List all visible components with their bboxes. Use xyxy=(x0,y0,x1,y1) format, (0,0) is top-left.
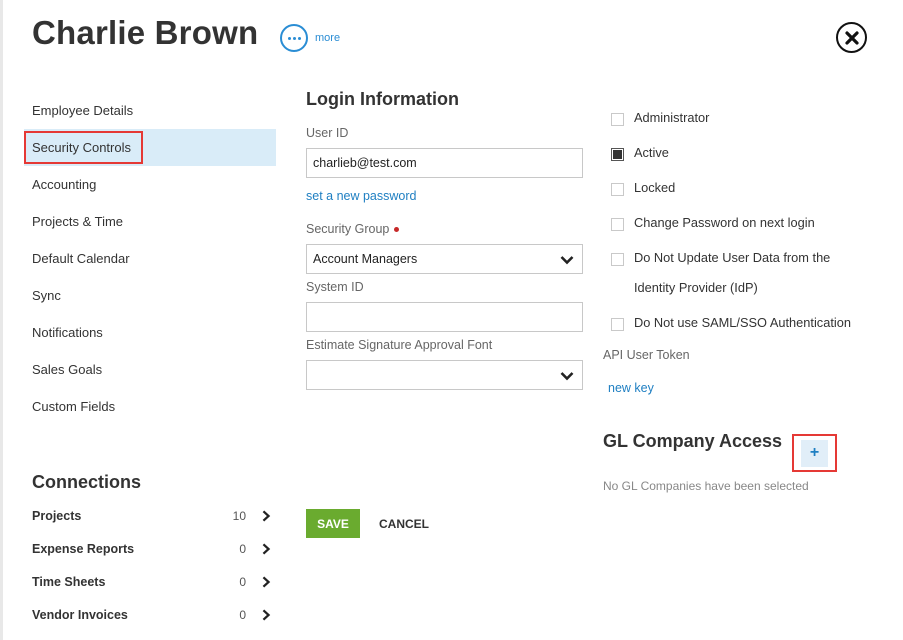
sidebar-item-label: Security Controls xyxy=(24,131,143,164)
connection-row-projects[interactable]: Projects 10 xyxy=(32,499,272,532)
connection-count: 0 xyxy=(239,607,246,622)
sidebar-item-label: Default Calendar xyxy=(32,251,130,266)
sidebar-item-employee-details[interactable]: Employee Details xyxy=(24,92,276,129)
connection-row-expense-reports[interactable]: Expense Reports 0 xyxy=(32,532,272,565)
no-saml-label: Do Not use SAML/SSO Authentication xyxy=(634,315,851,330)
do-not-update-idp-option: Do Not Update User Data from the Identit… xyxy=(611,250,830,303)
locked-label: Locked xyxy=(634,180,676,195)
sidebar-item-label: Projects & Time xyxy=(32,214,124,229)
login-information-title: Login Information xyxy=(306,89,459,109)
required-indicator xyxy=(394,227,400,233)
plus-icon: + xyxy=(801,439,828,467)
sidebar-item-accounting[interactable]: Accounting xyxy=(24,166,276,203)
modal-left-edge xyxy=(0,0,3,640)
sidebar-item-custom-fields[interactable]: Custom Fields xyxy=(24,388,276,425)
chevron-right-icon xyxy=(262,575,271,588)
chevron-right-icon xyxy=(262,542,271,555)
new-key-link[interactable]: new key xyxy=(608,381,654,395)
sidebar-item-default-calendar[interactable]: Default Calendar xyxy=(24,240,276,277)
security-group-select[interactable]: Account Managers xyxy=(306,244,583,274)
connection-name: Time Sheets xyxy=(32,574,106,589)
administrator-label: Administrator xyxy=(634,110,710,125)
do-not-update-idp-label-line2: Identity Provider (IdP) xyxy=(634,280,758,295)
add-gl-company-button[interactable]: + xyxy=(792,434,837,472)
security-group-value: Account Managers xyxy=(313,252,418,266)
sidebar-item-label: Notifications xyxy=(32,325,103,340)
administrator-option: Administrator xyxy=(611,110,709,133)
security-group-label: Security Group xyxy=(306,222,400,236)
connections-list: Projects 10 Expense Reports 0 Time Sheet… xyxy=(32,499,272,631)
connections-title: Connections xyxy=(32,472,142,492)
close-icon xyxy=(844,30,859,45)
do-not-update-idp-label: Do Not Update User Data from the Identit… xyxy=(634,243,830,303)
sidebar-nav: Employee Details Security Controls Accou… xyxy=(24,92,276,425)
no-saml-option: Do Not use SAML/SSO Authentication xyxy=(611,315,851,338)
connection-name: Projects xyxy=(32,508,82,523)
no-saml-checkbox[interactable] xyxy=(611,318,624,331)
connection-row-time-sheets[interactable]: Time Sheets 0 xyxy=(32,565,272,598)
connection-count: 0 xyxy=(239,541,246,556)
sidebar-item-notifications[interactable]: Notifications xyxy=(24,314,276,351)
sidebar-item-label: Sync xyxy=(32,288,61,303)
chevron-right-icon xyxy=(262,509,271,522)
connection-name: Vendor Invoices xyxy=(32,607,128,622)
system-id-label: System ID xyxy=(306,280,364,294)
set-password-link[interactable]: set a new password xyxy=(306,189,416,203)
connection-count: 10 xyxy=(232,508,246,523)
chevron-down-icon xyxy=(560,256,574,265)
connection-row-vendor-invoices[interactable]: Vendor Invoices 0 xyxy=(32,598,272,631)
sidebar-item-security-controls[interactable]: Security Controls xyxy=(24,129,276,166)
sidebar-item-label: Custom Fields xyxy=(32,399,116,414)
cancel-button[interactable]: CANCEL xyxy=(379,509,429,538)
do-not-update-idp-checkbox[interactable] xyxy=(611,253,624,266)
more-icon xyxy=(280,24,308,52)
chevron-down-icon xyxy=(560,372,574,381)
connection-name: Expense Reports xyxy=(32,541,135,556)
sidebar-item-projects-time[interactable]: Projects & Time xyxy=(24,203,276,240)
sidebar-item-label: Sales Goals xyxy=(32,362,103,377)
save-button[interactable]: SAVE xyxy=(306,509,360,538)
page-title: Charlie Brown xyxy=(32,14,259,51)
more-button[interactable]: more xyxy=(280,24,340,52)
sidebar-item-sales-goals[interactable]: Sales Goals xyxy=(24,351,276,388)
administrator-checkbox[interactable] xyxy=(611,113,624,126)
user-id-input[interactable] xyxy=(306,148,583,178)
user-id-label: User ID xyxy=(306,126,349,140)
change-password-option: Change Password on next login xyxy=(611,215,815,238)
do-not-update-idp-label-line1: Do Not Update User Data from the xyxy=(634,250,831,265)
close-button[interactable] xyxy=(836,22,867,53)
sidebar-item-label: Employee Details xyxy=(32,103,134,118)
signature-font-label: Estimate Signature Approval Font xyxy=(306,338,493,352)
sidebar-item-sync[interactable]: Sync xyxy=(24,277,276,314)
chevron-right-icon xyxy=(262,608,271,621)
signature-font-select[interactable] xyxy=(306,360,583,390)
locked-checkbox[interactable] xyxy=(611,183,624,196)
sidebar-item-label: Accounting xyxy=(32,177,97,192)
active-option: Active xyxy=(611,145,669,168)
api-token-label: API User Token xyxy=(603,348,690,362)
security-group-label-text: Security Group xyxy=(306,222,390,236)
change-password-label: Change Password on next login xyxy=(634,215,815,230)
system-id-input[interactable] xyxy=(306,302,583,332)
more-label: more xyxy=(315,32,341,44)
locked-option: Locked xyxy=(611,180,675,203)
connection-count: 0 xyxy=(239,574,246,589)
gl-company-access-title: GL Company Access xyxy=(603,431,783,451)
active-label: Active xyxy=(634,145,669,160)
active-checkbox[interactable] xyxy=(611,148,624,161)
gl-empty-message: No GL Companies have been selected xyxy=(603,479,809,493)
change-password-checkbox[interactable] xyxy=(611,218,624,231)
